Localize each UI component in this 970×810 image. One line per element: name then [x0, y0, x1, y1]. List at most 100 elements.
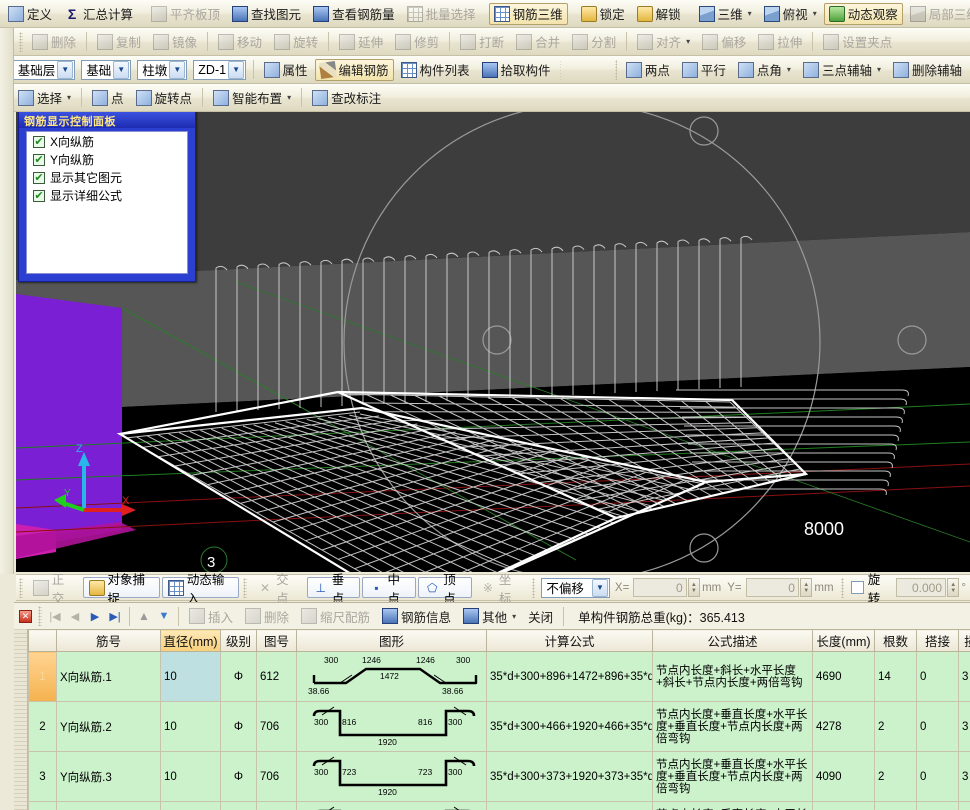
toolbar-button-cursor[interactable]: 选择▾	[13, 87, 76, 109]
cell-count[interactable]: 2	[875, 752, 917, 802]
cell-shape[interactable]: 3006291920629300	[297, 802, 487, 810]
snap-point-2[interactable]: ▪中点	[362, 577, 416, 598]
toolbar-button-merge[interactable]: 合并	[511, 31, 565, 53]
cell-diameter[interactable]: 10	[161, 752, 221, 802]
spinner-y-offset[interactable]: ▲▼	[800, 578, 812, 597]
cell-rebar-name[interactable]: Y向纵筋.3	[57, 752, 161, 802]
input-y-offset[interactable]: 0	[746, 578, 799, 597]
cell-description[interactable]: 节点内长度+斜长+水平长度+斜长+节点内长度+两倍弯钩	[653, 652, 813, 702]
toolbar-button-parallel[interactable]: 平行	[677, 59, 731, 81]
cell-diameter[interactable]: 10	[161, 652, 221, 702]
toolbar-button-copy[interactable]: 复制	[92, 31, 146, 53]
rebar-panel-row-3[interactable]: ✔显示详细公式	[27, 186, 187, 204]
snap-point-4[interactable]: ※坐标	[474, 577, 528, 598]
cell-rebar-name[interactable]: Y向纵筋.2	[57, 702, 161, 752]
cell-length[interactable]: 4278	[813, 702, 875, 752]
toolbar-button-point[interactable]: 点	[87, 87, 129, 109]
cell-description[interactable]: 节点内长度+垂直长度+水平长度+垂直长度+节点内长度+两倍弯钩	[653, 702, 813, 752]
column-header-4[interactable]: 图号	[257, 630, 297, 652]
table-row[interactable]: 4Y向纵筋.410Φ706300629192062930035*d+300+27…	[29, 802, 970, 810]
rebar-table[interactable]: 筋号直径(mm)级别图号图形计算公式公式描述长度(mm)根数搭接损耗(%) 1X…	[28, 629, 970, 810]
toolbar-button-align[interactable]: 对齐▾	[632, 31, 695, 53]
chevron-down-icon[interactable]: ▾	[813, 9, 817, 18]
chevron-down-icon[interactable]: ▾	[686, 37, 690, 46]
toolbar-button-edit-annotation[interactable]: 查改标注	[307, 87, 386, 109]
snap-point-1[interactable]: ⊥垂点	[307, 577, 361, 598]
cell-grade[interactable]: Φ	[221, 802, 257, 810]
cell-count[interactable]: 2	[875, 702, 917, 752]
rebar-panel-row-0[interactable]: ✔X向纵筋	[27, 132, 187, 150]
toolbar-button-scale-rebar[interactable]: 缩尺配筋	[296, 605, 375, 627]
cell-loss[interactable]: 3	[959, 752, 970, 802]
combo-component-type-select[interactable]: 柱墩▼	[137, 60, 187, 80]
toolbar-button-split[interactable]: 分割	[567, 31, 621, 53]
toolbar-button-view-rebar-qty[interactable]: 查看钢筋量	[308, 3, 400, 25]
snap-mode-2[interactable]: 动态输入	[162, 577, 239, 598]
toolbar-button-close-grid[interactable]: 关闭	[523, 605, 558, 627]
next-record-button[interactable]: ▶	[85, 606, 105, 626]
cell-grade[interactable]: Φ	[221, 702, 257, 752]
cell-shape[interactable]: 3007231920723300	[297, 752, 487, 802]
rotate-checkbox[interactable]	[851, 581, 863, 594]
toolbar-button-align-slab[interactable]: 平齐板顶	[146, 3, 225, 25]
combo-category-select[interactable]: 基础▼	[81, 60, 131, 80]
column-header-10[interactable]: 搭接	[917, 630, 959, 652]
toolbar-button-rebar-info[interactable]: 钢筋信息	[377, 605, 456, 627]
toolbar-button-local-3d[interactable]: 局部三维	[905, 3, 970, 25]
rebar-panel-row-2[interactable]: ✔显示其它图元	[27, 168, 187, 186]
cell-figure-no[interactable]: 706	[257, 702, 297, 752]
row-number[interactable]: 1	[29, 652, 57, 702]
cell-lap[interactable]: 0	[917, 752, 959, 802]
snap-point-0[interactable]: ✕交点	[251, 577, 305, 598]
toolbar-button-break[interactable]: 打断	[455, 31, 509, 53]
column-header-3[interactable]: 级别	[221, 630, 257, 652]
toolbar-button-delete[interactable]: 删除	[27, 31, 81, 53]
toolbar-button-mirror[interactable]: 镜像	[148, 31, 202, 53]
toolbar-button-offset[interactable]: 偏移	[697, 31, 751, 53]
snap-mode-1[interactable]: 对象捕捉	[83, 577, 160, 598]
cell-loss[interactable]: 3	[959, 702, 970, 752]
cell-diameter[interactable]: 10	[161, 702, 221, 752]
table-row[interactable]: 2 Y向纵筋.210Φ706300816192081630035*d+300+46…	[29, 702, 970, 752]
cell-description[interactable]: 节点内长度+垂直长度+水平长度+垂直长度+节点内长度+两倍弯钩	[653, 752, 813, 802]
toolbar-button-rotate[interactable]: 旋转	[269, 31, 323, 53]
spinner-rotate[interactable]: ▲▼	[947, 578, 959, 597]
column-header-8[interactable]: 长度(mm)	[813, 630, 875, 652]
toolbar-button-point-angle[interactable]: 点角▾	[733, 59, 796, 81]
toolbar-button-pick-component[interactable]: 拾取构件	[477, 59, 556, 81]
toolbar-button-two-point[interactable]: 两点	[621, 59, 675, 81]
cell-formula[interactable]: 35*d+300+373+1920+373+35*d+300+12.5*d	[487, 752, 653, 802]
toolbar-button-move[interactable]: 移动	[213, 31, 267, 53]
checkbox-2[interactable]: ✔	[33, 172, 45, 184]
chevron-down-icon[interactable]: ▾	[877, 65, 881, 74]
toolbar-button-find-element[interactable]: 查找图元	[227, 3, 306, 25]
cell-length[interactable]: 4090	[813, 752, 875, 802]
toolbar-button-trim[interactable]: 修剪	[390, 31, 444, 53]
cell-shape[interactable]: 3008161920816300	[297, 702, 487, 752]
checkbox-1[interactable]: ✔	[33, 154, 45, 166]
column-header-0[interactable]	[29, 630, 57, 652]
toolbar-button-component-list[interactable]: 构件列表	[396, 59, 475, 81]
chevron-down-icon[interactable]: ▼	[57, 61, 73, 79]
cell-length[interactable]: 3903	[813, 802, 875, 810]
cell-description[interactable]: 节点内长度+垂直长度+水平长度+垂直长度+节点内长度+两倍弯钩	[653, 802, 813, 810]
toolbar-button-rebar-3d[interactable]: 钢筋三维	[489, 3, 568, 25]
cell-figure-no[interactable]: 706	[257, 802, 297, 810]
column-header-9[interactable]: 根数	[875, 630, 917, 652]
rebar-panel-row-1[interactable]: ✔Y向纵筋	[27, 150, 187, 168]
cell-formula[interactable]: 35*d+300+466+1920+466+35*d+300+12.5*d	[487, 702, 653, 752]
cell-rebar-name[interactable]: Y向纵筋.4	[57, 802, 161, 810]
checkbox-0[interactable]: ✔	[33, 136, 45, 148]
last-record-button[interactable]: ▶|	[105, 606, 125, 626]
cell-count[interactable]: 2	[875, 802, 917, 810]
cell-count[interactable]: 14	[875, 652, 917, 702]
toolbar-button-set-grip[interactable]: 设置夹点	[818, 31, 897, 53]
chevron-down-icon[interactable]: ▾	[67, 93, 71, 102]
cell-figure-no[interactable]: 706	[257, 752, 297, 802]
cell-lap[interactable]: 0	[917, 802, 959, 810]
cell-loss[interactable]: 3	[959, 802, 970, 810]
first-record-button[interactable]: |◀	[45, 606, 65, 626]
move-up-button[interactable]: ▲	[134, 606, 154, 626]
toolbar-button-smart-layout[interactable]: 智能布置▾	[208, 87, 296, 109]
row-number[interactable]: 3	[29, 752, 57, 802]
